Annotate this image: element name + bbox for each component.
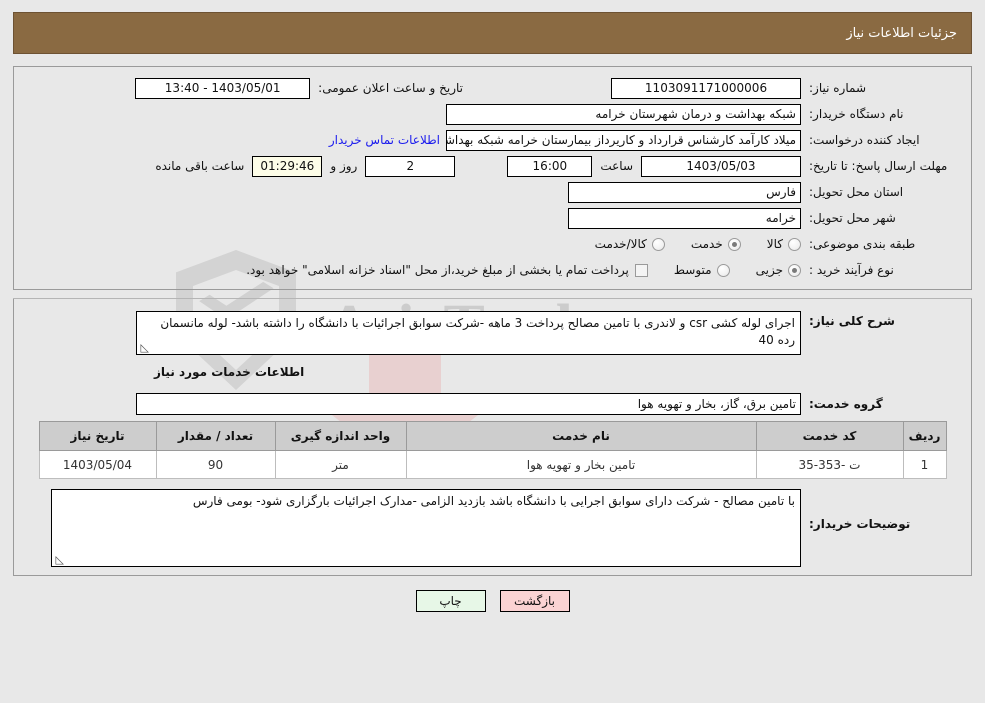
description-services-panel: شرح کلی نیاز: اجرای لوله کشی csr و لاندر… — [13, 299, 972, 576]
table-header-row: ردیف کد خدمت نام خدمت واحد اندازه گیری ت… — [38, 421, 947, 451]
th-service-code: کد خدمت — [755, 421, 904, 451]
services-table-wrapper: ردیف کد خدمت نام خدمت واحد اندازه گیری ت… — [14, 417, 971, 479]
radio-button-icon[interactable] — [651, 237, 665, 251]
delivery-city-value: خرامه — [568, 207, 801, 229]
row-service-group: گروه خدمت: تامین برق، گاز، بخار و تهویه … — [14, 391, 971, 417]
delivery-province-label: استان محل تحویل: — [809, 185, 904, 199]
cell-quantity: 90 — [155, 450, 276, 479]
cell-need-date: 1403/05/04 — [38, 450, 157, 479]
subject-category-label: طبقه بندی موضوعی: — [809, 237, 916, 251]
radio-purchase-medium-label: متوسط — [673, 263, 712, 277]
treasury-bond-checkbox-item[interactable]: پرداخت تمام یا بخشی از مبلغ خرید،از محل … — [246, 263, 648, 277]
deadline-hour-label: ساعت — [600, 159, 633, 173]
request-creator-value: میلاد کارآمد کارشناس قرارداد و کاریرداز … — [446, 129, 801, 151]
th-row-number: ردیف — [902, 421, 947, 451]
radio-button-icon[interactable] — [788, 237, 801, 251]
announce-date-label: تاریخ و ساعت اعلان عمومی: — [318, 81, 463, 95]
row-buyer-notes: توضیحات خریدار: با تامین مصالح - شرکت دا… — [14, 487, 971, 569]
th-need-date: تاریخ نیاز — [38, 421, 157, 451]
th-quantity: تعداد / مقدار — [155, 421, 276, 451]
radio-button-selected-icon[interactable] — [788, 263, 801, 277]
purchase-type-radio-group: جزیی متوسط پرداخت تمام یا بخشی از مبلغ خ… — [240, 263, 801, 277]
deadline-time-value: 16:00 — [507, 155, 593, 177]
buyer-notes-value: با تامین مصالح - شرکت دارای سوابق اجرایی… — [192, 494, 795, 508]
row-response-deadline: مهلت ارسال پاسخ: تا تاریخ: 1403/05/03 سا… — [14, 153, 971, 179]
buyer-notes-label: توضیحات خریدار: — [809, 517, 911, 531]
radio-purchase-minor-label: جزیی — [755, 263, 783, 277]
row-purchase-type: نوع فرآیند خرید : جزیی متوسط پرداخت تمام… — [14, 257, 971, 283]
delivery-province-value: فارس — [568, 181, 801, 203]
radio-button-selected-icon[interactable] — [727, 237, 741, 251]
buyer-org-label: نام دستگاه خریدار: — [809, 107, 904, 121]
resize-grip-icon[interactable]: ◺ — [54, 554, 64, 565]
row-request-creator: ایجاد کننده درخواست: میلاد کارآمد کارشنا… — [14, 127, 971, 153]
need-number-label: شماره نیاز: — [809, 81, 866, 95]
radio-purchase-medium[interactable]: متوسط — [674, 263, 730, 277]
row-subject-category: طبقه بندی موضوعی: کالا خدمت کالا/خدمت — [14, 231, 971, 257]
need-number-value: 1103091171000006 — [611, 77, 801, 99]
resize-grip-icon[interactable]: ◺ — [139, 342, 149, 353]
purchase-type-label: نوع فرآیند خرید : — [809, 263, 894, 277]
need-info-panel: شماره نیاز: 1103091171000006 تاریخ و ساع… — [13, 66, 972, 290]
services-section-title: اطلاعات خدمات مورد نیاز — [154, 365, 305, 379]
general-description-value: اجرای لوله کشی csr و لاندری با تامین مصا… — [160, 316, 795, 347]
radio-category-goods-label: کالا — [766, 237, 783, 251]
request-creator-label: ایجاد کننده درخواست: — [809, 133, 920, 147]
delivery-city-label: شهر محل تحویل: — [809, 211, 896, 225]
buyer-contact-link[interactable]: اطلاعات تماس خریدار — [323, 133, 446, 147]
radio-button-icon[interactable] — [716, 263, 730, 277]
row-general-description: شرح کلی نیاز: اجرای لوله کشی csr و لاندر… — [14, 309, 971, 357]
cell-service-name: تامین بخار و تهویه هوا — [405, 450, 757, 479]
radio-category-service[interactable]: خدمت — [691, 237, 741, 251]
service-group-label: گروه خدمت: — [809, 397, 883, 411]
row-delivery-city: شهر محل تحویل: خرامه — [14, 205, 971, 231]
service-group-value: تامین برق، گاز، بخار و تهویه هوا — [136, 393, 801, 415]
remaining-hours-label: ساعت باقی مانده — [155, 159, 245, 173]
response-deadline-label: مهلت ارسال پاسخ: تا تاریخ: — [809, 158, 948, 173]
page-title: جزئیات اطلاعات نیاز — [846, 25, 957, 41]
back-button[interactable]: بازگشت — [499, 590, 570, 612]
footer-actions: بازگشت چاپ — [0, 590, 985, 612]
treasury-bond-note: پرداخت تمام یا بخشی از مبلغ خرید،از محل … — [246, 263, 629, 277]
radio-category-service-label: خدمت — [690, 237, 723, 251]
radio-category-goods[interactable]: کالا — [767, 237, 801, 251]
remaining-days-label: روز و — [330, 159, 358, 173]
remaining-days-value: 2 — [365, 155, 456, 177]
general-description-label: شرح کلی نیاز: — [809, 314, 895, 328]
subject-category-radio-group: کالا خدمت کالا/خدمت — [569, 237, 801, 251]
cell-row-number: 1 — [902, 450, 947, 479]
row-delivery-province: استان محل تحویل: فارس — [14, 179, 971, 205]
th-service-name: نام خدمت — [405, 421, 757, 451]
countdown-timer-value: 01:29:46 — [252, 155, 323, 177]
print-button[interactable]: چاپ — [415, 590, 486, 612]
cell-measure-unit: متر — [274, 450, 407, 479]
radio-category-goods-service[interactable]: کالا/خدمت — [595, 237, 665, 251]
general-description-textarea[interactable]: اجرای لوله کشی csr و لاندری با تامین مصا… — [136, 311, 801, 355]
cell-service-code: ت -353-35 — [755, 450, 904, 479]
deadline-date-value: 1403/05/03 — [641, 155, 801, 177]
th-measure-unit: واحد اندازه گیری — [274, 421, 407, 451]
buyer-notes-textarea[interactable]: با تامین مصالح - شرکت دارای سوابق اجرایی… — [51, 489, 801, 567]
radio-purchase-minor[interactable]: جزیی — [756, 263, 801, 277]
row-need-number: شماره نیاز: 1103091171000006 تاریخ و ساع… — [14, 75, 971, 101]
row-services-section-title: اطلاعات خدمات مورد نیاز — [14, 357, 971, 385]
row-buyer-org: نام دستگاه خریدار: شبکه بهداشت و درمان ش… — [14, 101, 971, 127]
page-root: جزئیات اطلاعات نیاز شماره نیاز: 11030911… — [0, 12, 985, 612]
services-table: ردیف کد خدمت نام خدمت واحد اندازه گیری ت… — [38, 421, 947, 479]
radio-category-goods-service-label: کالا/خدمت — [594, 237, 647, 251]
buyer-org-value: شبکه بهداشت و درمان شهرستان خرامه — [446, 103, 801, 125]
page-header-bar: جزئیات اطلاعات نیاز — [13, 12, 972, 54]
table-row: 1 ت -353-35 تامین بخار و تهویه هوا متر 9… — [38, 450, 947, 479]
checkbox-icon[interactable] — [634, 263, 648, 277]
announce-date-value: 1403/05/01 - 13:40 — [135, 77, 311, 99]
